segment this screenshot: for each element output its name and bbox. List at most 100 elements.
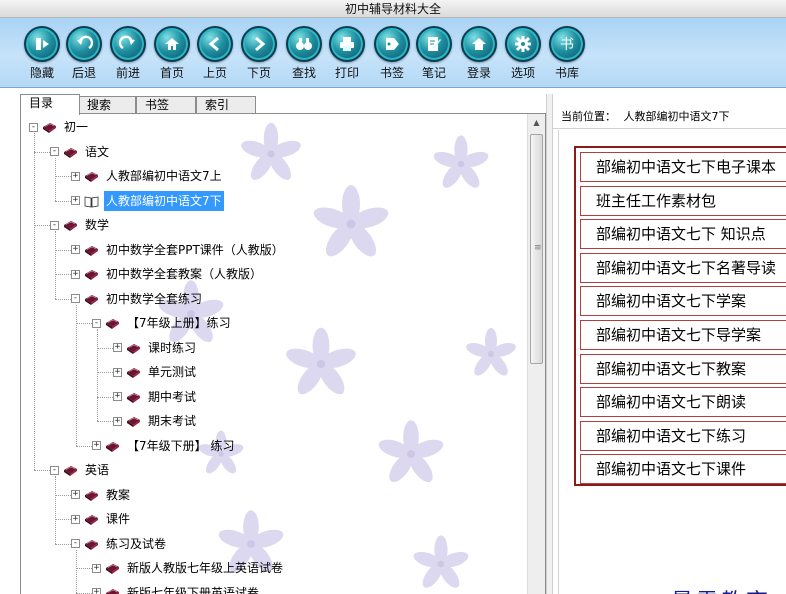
- tree-node[interactable]: + 新版人教版七年级上英语试卷: [92, 558, 285, 578]
- pane-splitter[interactable]: [546, 94, 553, 594]
- toolbar-button-2[interactable]: 前进: [106, 26, 150, 84]
- expand-icon[interactable]: +: [113, 392, 122, 401]
- content-link[interactable]: 部编初中语文七下课件: [580, 454, 786, 485]
- collapse-icon[interactable]: -: [50, 220, 59, 230]
- collapse-icon[interactable]: -: [92, 318, 101, 328]
- tree-node[interactable]: - 英语: [50, 460, 111, 480]
- tree-node[interactable]: + 新版七年级下册英语试卷: [92, 583, 261, 594]
- content-link[interactable]: 部编初中语文七下 知识点: [580, 219, 786, 250]
- tree-connector: [55, 519, 71, 520]
- expand-icon[interactable]: +: [92, 588, 101, 594]
- content-link[interactable]: 部编初中语文七下练习: [580, 420, 786, 451]
- tree-node[interactable]: + 初中数学全套教案（人教版）: [71, 264, 264, 284]
- tree-node[interactable]: + 教案: [71, 485, 132, 505]
- toolbar-button-4[interactable]: 上页: [193, 26, 237, 84]
- tree-view: - 初一 - 语文 + 人教部编初中语文7上 + 人教部编初中语文7下 - 数学 + 初中数学全套PP…: [21, 114, 527, 594]
- tree-connector: [55, 157, 56, 201]
- tab-contents[interactable]: 目录: [20, 94, 80, 115]
- tree-node[interactable]: - 初一: [29, 117, 90, 137]
- tree-node-label: 单元测试: [148, 365, 197, 379]
- book-icon: [84, 243, 99, 257]
- book-icon: [126, 414, 141, 428]
- navigation-pane: 目录 搜索 书签 索引 - 初一 - 语文 + 人教部编初中语文7上 + 人教部…: [0, 94, 546, 594]
- tree-node[interactable]: + 人教部编初中语文7下: [71, 190, 224, 211]
- tree-node-label: 人教部编初中语文7下: [104, 190, 224, 211]
- toolbar-button-12[interactable]: 书书库: [545, 26, 589, 84]
- tab-index[interactable]: 索引: [196, 96, 256, 114]
- collapse-icon[interactable]: -: [71, 294, 80, 303]
- toolbar-button-9[interactable]: 笔记: [412, 26, 456, 84]
- book-icon: [84, 292, 99, 306]
- tree-node[interactable]: - 语文: [50, 142, 111, 162]
- scrollbar-thumb[interactable]: ≡: [530, 134, 543, 364]
- tree-connector: [55, 231, 56, 299]
- toolbar-button-1[interactable]: 后退: [62, 26, 106, 84]
- expand-icon[interactable]: +: [92, 563, 101, 573]
- tree-node[interactable]: + 期中考试: [113, 387, 198, 407]
- tree-scrollbar[interactable]: ▲ ≡: [527, 114, 545, 594]
- tree-node[interactable]: - 练习及试卷: [71, 534, 168, 554]
- bookmark-icon: [374, 26, 410, 62]
- content-link[interactable]: 部编初中语文七下朗读: [580, 387, 786, 418]
- expand-icon[interactable]: +: [71, 269, 80, 279]
- collapse-icon[interactable]: -: [50, 465, 59, 475]
- hide-icon: [24, 26, 60, 62]
- collapse-icon[interactable]: -: [71, 539, 80, 548]
- book-icon: [84, 169, 99, 183]
- tree-node[interactable]: + 【7年级下册】 练习: [92, 436, 236, 456]
- tree-node-label: 课时练习: [148, 340, 197, 355]
- content-link[interactable]: 部编初中语文七下名著导读: [580, 252, 786, 283]
- toolbar-button-8[interactable]: 书签: [370, 26, 414, 84]
- tree-node[interactable]: + 课时练习: [113, 338, 198, 358]
- expand-icon[interactable]: +: [71, 196, 80, 205]
- content-link-list: 部编初中语文七下电子课本 班主任工作素材包 部编初中语文七下 知识点 部编初中语文七下…: [574, 146, 786, 486]
- tree-node[interactable]: + 初中数学全套PPT课件（人教版）: [71, 240, 286, 260]
- toolbar-button-5[interactable]: 下页: [237, 26, 281, 84]
- collapse-icon[interactable]: -: [29, 122, 38, 132]
- toolbar-button-7[interactable]: 打印: [325, 26, 369, 84]
- library-icon: 书: [549, 26, 585, 62]
- toolbar-button-3[interactable]: 首页: [150, 26, 194, 84]
- tree-node[interactable]: - 【7年级上册】练习: [92, 313, 233, 333]
- toolbar-button-label: 前进: [115, 66, 140, 80]
- expand-icon[interactable]: +: [71, 245, 80, 254]
- toolbar-button-label: 查找: [291, 66, 316, 80]
- expand-icon[interactable]: +: [113, 416, 122, 426]
- toolbar-button-label: 上页: [202, 66, 227, 80]
- tree-connector: [55, 543, 71, 545]
- tree-node[interactable]: + 单元测试: [113, 362, 198, 382]
- content-link[interactable]: 部编初中语文七下教案: [580, 353, 786, 384]
- toolbar-button-11[interactable]: 选项: [501, 26, 545, 84]
- tree-node[interactable]: + 课件: [71, 509, 132, 529]
- open-book-icon: [84, 194, 99, 208]
- toolbar-button-10[interactable]: 登录: [457, 26, 501, 84]
- expand-icon[interactable]: +: [71, 514, 80, 524]
- toolbar-button-6[interactable]: 查找: [282, 26, 326, 84]
- book-icon: [105, 586, 120, 594]
- collapse-icon[interactable]: -: [50, 147, 59, 156]
- tree-node[interactable]: - 数学: [50, 215, 111, 235]
- expand-icon[interactable]: +: [71, 490, 80, 499]
- book-icon: [63, 145, 78, 159]
- divider: [553, 128, 786, 129]
- binoculars-icon: [286, 26, 322, 62]
- expand-icon[interactable]: +: [71, 171, 80, 181]
- content-link[interactable]: 部编初中语文七下学案: [580, 286, 786, 317]
- tree-connector: [97, 372, 113, 373]
- expand-icon[interactable]: +: [113, 367, 122, 377]
- toolbar-button-0[interactable]: 隐藏: [20, 26, 64, 84]
- expand-icon[interactable]: +: [92, 441, 101, 450]
- tree-node[interactable]: - 初中数学全套练习: [71, 289, 204, 309]
- book-icon: [84, 537, 99, 551]
- scroll-up-arrow-icon[interactable]: ▲: [528, 114, 545, 131]
- tab-bookmarks[interactable]: 书签: [136, 96, 196, 114]
- tree-node[interactable]: + 期末考试: [113, 411, 198, 431]
- content-link[interactable]: 部编初中语文七下导学案: [580, 319, 786, 350]
- tree-connector: [34, 470, 50, 471]
- tree-node[interactable]: + 人教部编初中语文7上: [71, 166, 224, 186]
- content-link[interactable]: 部编初中语文七下电子课本: [580, 152, 786, 182]
- content-link[interactable]: 班主任工作素材包: [580, 185, 786, 216]
- book-icon: [63, 463, 78, 477]
- expand-icon[interactable]: +: [113, 343, 122, 352]
- tab-search[interactable]: 搜索: [78, 96, 136, 114]
